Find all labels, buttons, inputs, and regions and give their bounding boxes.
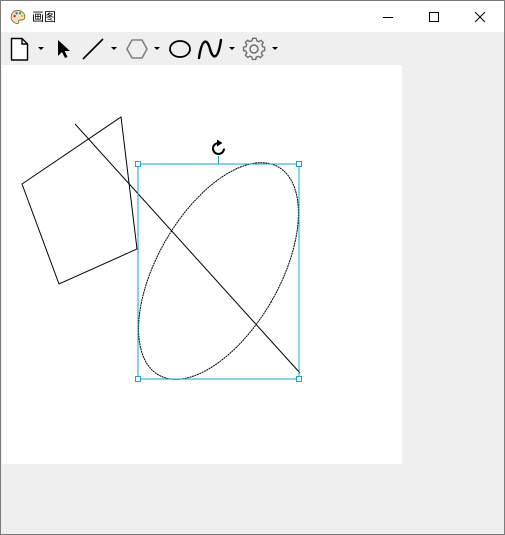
document-icon [10,37,29,61]
palette-icon [10,9,26,25]
new-file-tool[interactable] [9,36,47,62]
resize-handle-bottom-left[interactable] [135,376,141,382]
toolbar [1,32,504,65]
cursor-arrow-icon [58,40,70,58]
maximize-icon [429,12,439,22]
polygon-tool[interactable] [124,36,164,62]
line-tool[interactable] [81,36,121,62]
close-button[interactable] [457,1,503,32]
settings-dropdown-icon [272,47,278,50]
line-shape[interactable] [74,123,301,374]
close-icon [474,11,486,23]
paint-window: 画图 [0,0,505,535]
polygon-dropdown-icon [154,47,160,50]
ellipse-tool[interactable] [167,36,193,62]
new-file-dropdown-icon [38,47,44,50]
hexagon-icon [126,39,148,59]
curve-tool[interactable] [197,36,239,62]
settings-tool[interactable] [241,36,283,62]
line-icon [82,38,104,60]
curve-icon [197,38,223,60]
line-dropdown-icon [111,47,117,50]
selection-box[interactable] [135,139,302,382]
ellipse-icon [169,40,191,58]
drawing-canvas[interactable] [2,65,402,464]
title-bar[interactable]: 画图 [1,1,504,32]
curve-dropdown-icon [229,47,235,50]
resize-handle-top-left[interactable] [135,161,141,167]
rotate-handle-icon[interactable] [212,139,225,155]
window-title: 画图 [32,10,57,24]
resize-handle-top-right[interactable] [296,161,302,167]
minimize-button[interactable] [365,1,411,32]
resize-handle-bottom-right[interactable] [296,376,302,382]
minimize-icon [383,17,393,18]
ellipse-shape[interactable] [106,137,332,406]
select-tool[interactable] [55,36,75,62]
maximize-button[interactable] [411,1,457,32]
gear-icon [242,37,266,61]
quadrilateral-shape[interactable] [21,116,138,285]
